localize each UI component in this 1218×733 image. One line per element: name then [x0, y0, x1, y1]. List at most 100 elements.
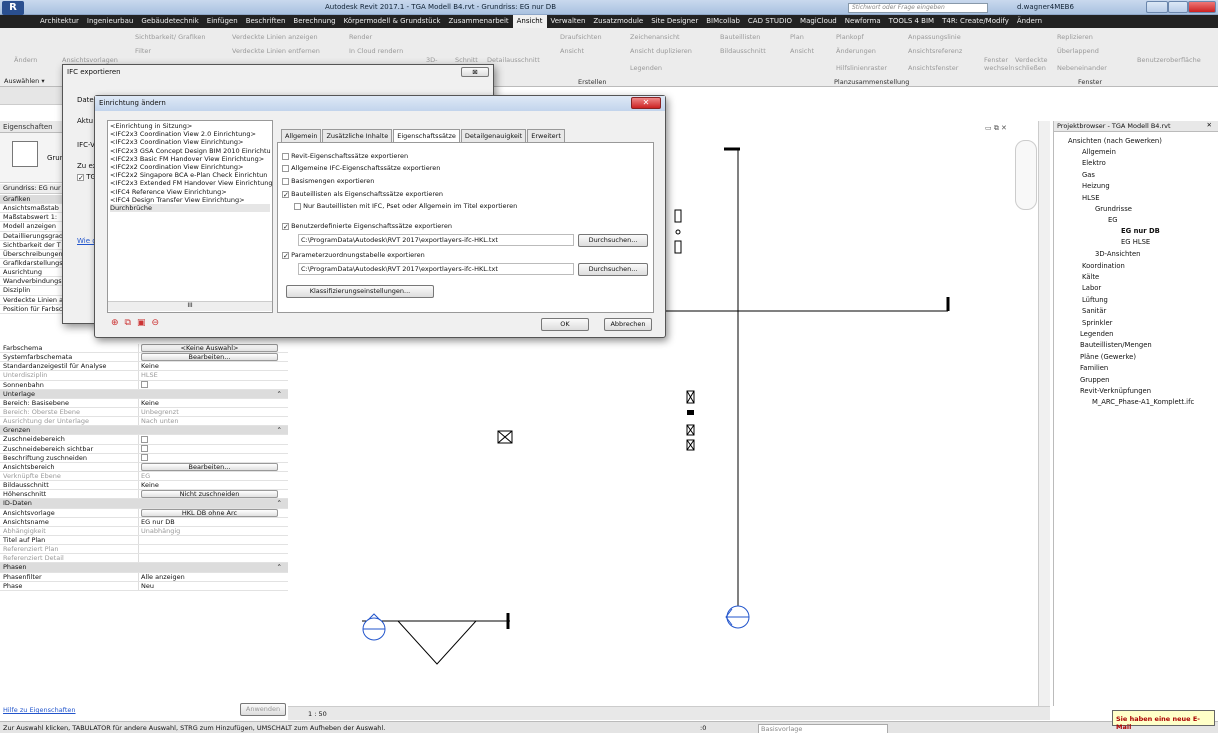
collapse-icon[interactable]: ⌃ — [277, 563, 288, 571]
ribbon-draufsichten[interactable]: Draufsichten — [560, 33, 602, 41]
ribbon-hilfslinienraster[interactable]: Hilfslinienraster — [836, 64, 887, 72]
minimize-button[interactable] — [1146, 1, 1168, 13]
ribbon-bauteillisten[interactable]: Bauteillisten — [720, 33, 760, 41]
setup-list-item[interactable]: <IFC4 Reference View Einrichtung> — [110, 188, 270, 196]
ribbon-detailausschnitt[interactable]: Detailausschnitt — [487, 56, 540, 64]
ribbon-verdeckte-schliessen[interactable]: Verdeckte schließen — [1015, 56, 1049, 72]
setup-list-item[interactable]: Durchbrüche — [110, 204, 270, 213]
ribbon-ansicht2[interactable]: Ansicht — [790, 47, 814, 55]
browser-item[interactable]: Kälte — [1082, 273, 1099, 281]
ribbon-legenden[interactable]: Legenden — [630, 64, 662, 72]
ribbon-plan[interactable]: Plan — [790, 33, 804, 41]
property-edit-button[interactable]: <Keine Auswahl> — [141, 344, 278, 352]
new-setup-icon[interactable]: ⊕ — [111, 318, 125, 328]
browser-item[interactable]: Gas — [1082, 171, 1095, 179]
property-section[interactable]: Grenzen — [0, 426, 277, 434]
browser-item[interactable]: Allgemein — [1082, 148, 1116, 156]
property-value[interactable]: Nach unten — [139, 417, 288, 425]
property-value[interactable] — [139, 554, 288, 562]
help-search-input[interactable]: Stichwort oder Frage eingeben — [848, 3, 988, 13]
setup-list-item[interactable]: <IFC2x3 Coordination View Einrichtung> — [110, 138, 270, 146]
ribbon-zeichenansicht[interactable]: Zeichenansicht — [630, 33, 680, 41]
ribbon-aenderungen[interactable]: Änderungen — [836, 47, 876, 55]
browser-item[interactable]: Lüftung — [1082, 296, 1108, 304]
property-value[interactable]: HKL DB ohne Arc — [139, 508, 288, 517]
element-symbol[interactable] — [674, 240, 682, 254]
ribbon-tab[interactable]: BIMcollab — [702, 15, 744, 28]
property-checkbox[interactable] — [141, 381, 148, 389]
browse-button-2[interactable]: Durchsuchen... — [578, 263, 648, 276]
ribbon-ansicht-duplizieren[interactable]: Ansicht duplizieren — [630, 47, 692, 55]
setup-tab[interactable]: Detailgenauigkeit — [460, 129, 527, 142]
property-edit-button[interactable]: Bearbeiten... — [141, 462, 278, 471]
ribbon-ansichtsfenster[interactable]: Ansichtsfenster — [908, 64, 958, 72]
setup-list-item[interactable]: <IFC2x2 Coordination View Einrichtung> — [110, 163, 270, 171]
browser-item[interactable]: EG nur DB — [1121, 227, 1160, 235]
opt-user-psets[interactable]: Benutzerdefinierte Eigenschaftssätze exp… — [282, 222, 452, 230]
ribbon-tab[interactable]: Newforma — [841, 15, 885, 28]
opt-ifc-psets[interactable]: Allgemeine IFC-Eigenschaftssätze exporti… — [282, 164, 440, 172]
collapse-icon[interactable]: ⌃ — [277, 426, 288, 434]
ribbon-ansicht[interactable]: Ansicht — [560, 47, 584, 55]
revit-logo-icon[interactable]: R — [2, 1, 24, 15]
property-checkbox[interactable] — [141, 445, 148, 453]
property-edit-button[interactable]: Nicht zuschneiden — [141, 490, 278, 499]
browse-button-1[interactable]: Durchsuchen... — [578, 234, 648, 247]
canvas-scrollbar-vertical[interactable] — [1038, 121, 1050, 706]
ribbon-3d[interactable]: 3D- — [426, 56, 438, 64]
ribbon-tab[interactable]: Ansicht — [512, 15, 547, 28]
ribbon-tab[interactable]: Verwalten — [547, 15, 590, 28]
browser-item[interactable]: HLSE — [1082, 194, 1100, 202]
property-value[interactable]: Keine — [139, 481, 288, 489]
property-section[interactable]: Unterlage — [0, 390, 277, 398]
property-value[interactable]: Keine — [139, 362, 288, 370]
ribbon-nebeneinander[interactable]: Nebeneinander — [1057, 64, 1107, 72]
property-value[interactable]: EG — [139, 472, 288, 480]
ribbon-anpassungslinie[interactable]: Anpassungslinie — [908, 33, 961, 41]
ribbon-tab[interactable]: CAD STUDIO — [744, 15, 796, 28]
view-window-controls[interactable]: ▭ ⧉ ✕ — [985, 124, 1025, 134]
ribbon-sichtbarkeit[interactable]: Sichtbarkeit/ Grafiken — [135, 33, 206, 41]
ribbon-tab[interactable]: TOOLS 4 BIM — [885, 15, 938, 28]
ribbon-verdeckte-entfernen[interactable]: Verdeckte Linien entfernen — [232, 47, 320, 55]
element-symbol[interactable] — [675, 229, 681, 235]
property-section[interactable]: Phasen — [0, 563, 277, 571]
opt-param-mapping[interactable]: Parameterzuordnungstabelle exportieren — [282, 251, 425, 259]
property-edit-button[interactable]: HKL DB ohne Arc — [141, 508, 278, 517]
browser-item[interactable]: EG HLSE — [1121, 238, 1150, 246]
element-symbol[interactable] — [674, 209, 682, 223]
setup-list-item[interactable]: <IFC2x3 GSA Concept Design BIM 2010 Einr… — [110, 147, 271, 155]
browser-item[interactable]: M_ARC_Phase-A1_Komplett.ifc — [1092, 398, 1194, 406]
property-value[interactable]: Bearbeiten... — [139, 353, 288, 362]
property-value[interactable]: Unabhängig — [139, 527, 288, 535]
ribbon-tab[interactable]: Beschriften — [242, 15, 290, 28]
ribbon-tab[interactable]: Site Designer — [647, 15, 702, 28]
duplicate-setup-icon[interactable]: ⧉ — [125, 318, 137, 328]
setup-list-item[interactable]: <IFC2x3 Extended FM Handover View Einric… — [110, 179, 272, 187]
property-value[interactable]: Unbegrenzt — [139, 408, 288, 416]
design-option-selector[interactable]: Basisvorlage — [758, 724, 888, 733]
close-browser-icon[interactable]: ✕ — [1207, 121, 1212, 129]
browser-item[interactable]: EG — [1108, 216, 1118, 224]
valve-symbols[interactable] — [497, 390, 695, 451]
ribbon-ueberlappend[interactable]: Überlappend — [1057, 47, 1099, 55]
browser-item[interactable]: Labor — [1082, 284, 1101, 292]
ribbon-ansichtsvorlagen[interactable]: Ansichtsvorlagen — [62, 56, 118, 64]
param-mapping-path[interactable]: C:\ProgramData\Autodesk\RVT 2017\exportl… — [298, 263, 574, 275]
browser-item[interactable]: Bauteillisten/Mengen — [1080, 341, 1152, 349]
collapse-icon[interactable]: ⌃ — [277, 499, 288, 507]
browser-item[interactable]: Familien — [1080, 364, 1108, 372]
level-marker-right[interactable] — [725, 605, 750, 629]
setup-tab[interactable]: Erweitert — [527, 129, 565, 142]
ifc-dialog-close-button[interactable]: ⊠ — [461, 67, 489, 77]
property-checkbox[interactable] — [141, 435, 148, 443]
setup-list-item[interactable]: <IFC2x3 Basic FM Handover View Einrichtu… — [110, 155, 270, 163]
property-value[interactable]: Bearbeiten... — [139, 462, 288, 471]
ribbon-tab[interactable]: Körpermodell & Grundstück — [340, 15, 445, 28]
ribbon-aendern[interactable]: Ändern — [14, 56, 37, 64]
setup-list-actions[interactable]: ⊕⧉▣⊖ — [111, 318, 165, 328]
delete-setup-icon[interactable]: ⊖ — [152, 318, 166, 328]
apply-button[interactable]: Anwenden — [240, 703, 286, 716]
property-value[interactable] — [139, 454, 288, 462]
property-value[interactable]: Neu — [139, 582, 288, 590]
